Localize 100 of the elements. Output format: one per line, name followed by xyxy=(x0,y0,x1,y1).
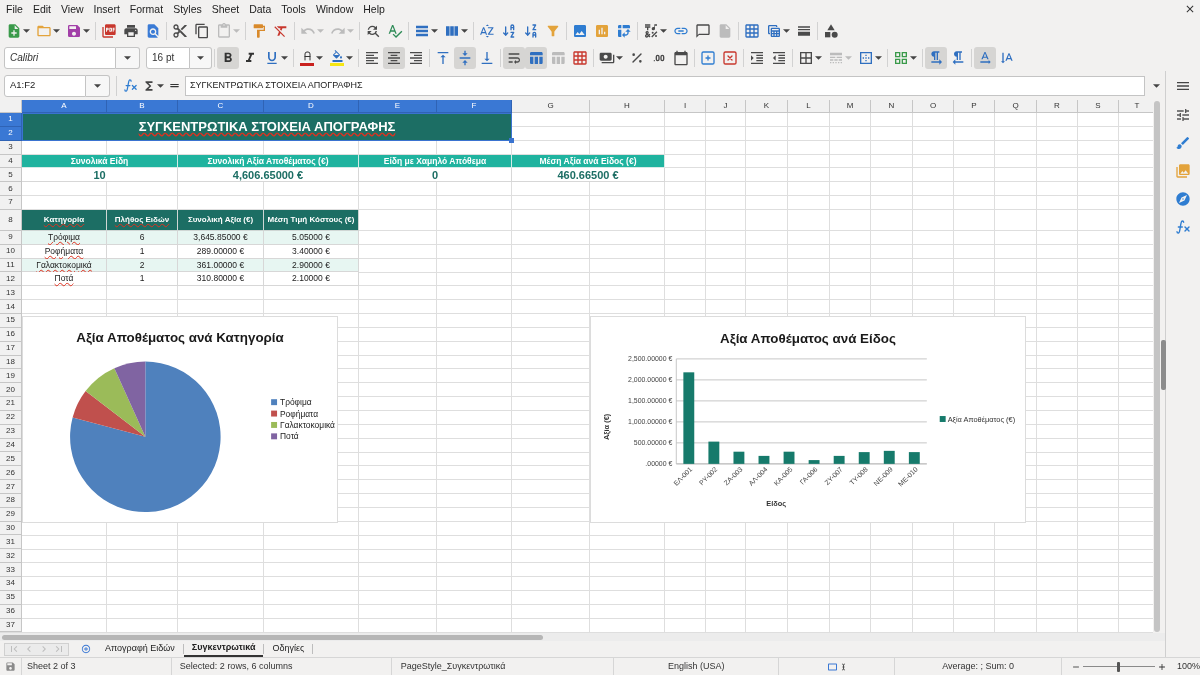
column-header[interactable]: B xyxy=(107,100,178,113)
row-header[interactable]: 6 xyxy=(0,182,22,197)
font-name-dropdown[interactable] xyxy=(116,46,140,69)
row-header[interactable]: 8 xyxy=(0,209,22,231)
column-header[interactable]: R xyxy=(1037,100,1078,113)
column-header[interactable]: D xyxy=(264,100,359,113)
add-sheet-button[interactable] xyxy=(81,644,91,654)
column-header[interactable]: F xyxy=(437,100,512,113)
row-header[interactable]: 31 xyxy=(0,535,22,550)
table-cell: 1 xyxy=(107,272,178,287)
sort-ascending-icon xyxy=(501,23,517,39)
sidebar-collapse-handle[interactable] xyxy=(1161,340,1166,390)
column-header[interactable]: Q xyxy=(995,100,1037,113)
formula-input-field[interactable]: ΣΥΓΚΕΝΤΡΩΤΙΚΑ ΣΤΟΙΧΕΙΑ ΑΠΟΓΡΑΦΗΣ xyxy=(185,75,1145,96)
bold-button[interactable] xyxy=(217,46,239,69)
row-header[interactable]: 32 xyxy=(0,549,22,564)
row-header[interactable]: 20 xyxy=(0,383,22,398)
row-header[interactable]: 34 xyxy=(0,577,22,591)
merge-center-button[interactable] xyxy=(525,46,547,69)
column-header[interactable]: T xyxy=(1119,100,1153,113)
styles-button[interactable] xyxy=(1175,135,1191,151)
shapes-icon xyxy=(823,23,839,39)
sum-button[interactable] xyxy=(142,78,164,93)
picture-icon xyxy=(572,23,588,39)
column-header[interactable]: O xyxy=(913,100,954,113)
name-box-field[interactable]: A1:F2 xyxy=(4,74,86,97)
column-header[interactable]: P xyxy=(954,100,995,113)
row-header[interactable]: 27 xyxy=(0,480,22,494)
column-header[interactable]: I xyxy=(665,100,706,113)
function-wizard-button[interactable] xyxy=(123,78,138,93)
row-header[interactable]: 33 xyxy=(0,563,22,577)
menu-item[interactable]: View xyxy=(56,1,89,17)
row-header[interactable]: 26 xyxy=(0,466,22,481)
sheet-position: Sheet 2 of 3 xyxy=(27,659,76,673)
column-header[interactable]: H xyxy=(590,100,665,113)
menu-item[interactable]: File xyxy=(1,1,28,17)
caret-icon xyxy=(281,55,288,60)
bar-chart-icon xyxy=(594,23,610,39)
menu-item[interactable]: Help xyxy=(358,1,390,17)
menu-item[interactable]: Format xyxy=(124,1,169,17)
brush-icon xyxy=(1175,135,1191,151)
zoom-slider[interactable] xyxy=(1083,661,1155,672)
left-to-right-button[interactable] xyxy=(925,46,947,69)
align-middle-button[interactable] xyxy=(454,46,476,69)
name-box-dropdown[interactable] xyxy=(86,74,110,97)
sliders-icon xyxy=(1175,107,1191,123)
vertical-scrollbar-thumb[interactable] xyxy=(1154,101,1160,632)
horizontal-scrollbar[interactable] xyxy=(0,633,1165,641)
font-size-dropdown[interactable] xyxy=(190,46,212,69)
legend-label: Γαλακτοκομικά xyxy=(280,419,335,430)
navigator-button[interactable] xyxy=(1175,191,1191,207)
sheet-tab[interactable]: Συγκεντρωτικά xyxy=(183,641,264,657)
font-name-field[interactable]: Calibri xyxy=(4,46,116,69)
table-icon xyxy=(766,23,782,39)
sheet-tab[interactable]: Απογραφή Ειδών xyxy=(97,641,183,657)
menu-item[interactable]: Sheet xyxy=(206,1,245,17)
column-header[interactable]: E xyxy=(359,100,437,113)
scrollbar-thumb[interactable] xyxy=(2,634,543,640)
row-header[interactable]: 7 xyxy=(0,196,22,210)
row-header[interactable]: 19 xyxy=(0,369,22,384)
column-header[interactable]: L xyxy=(788,100,830,113)
row-header[interactable]: 13 xyxy=(0,286,22,301)
align-center-button[interactable] xyxy=(383,46,405,69)
row-header[interactable]: 1 xyxy=(0,113,22,127)
row-header[interactable]: 12 xyxy=(0,272,22,287)
menu-item[interactable]: Window xyxy=(310,1,359,17)
properties-button[interactable] xyxy=(1175,107,1191,123)
caret-icon xyxy=(23,29,30,33)
row-header[interactable]: 14 xyxy=(0,300,22,314)
row-header[interactable]: 25 xyxy=(0,452,22,467)
row-header[interactable]: 21 xyxy=(0,397,22,411)
column-header[interactable]: M xyxy=(830,100,871,113)
wrap-text-button[interactable] xyxy=(503,46,525,69)
menu-item[interactable]: Tools xyxy=(276,1,311,17)
menu-item[interactable]: Styles xyxy=(168,1,207,17)
menu-item[interactable]: Insert xyxy=(88,1,125,17)
column-header[interactable]: A xyxy=(22,100,107,113)
sheet-tab[interactable]: Οδηγίες xyxy=(264,641,313,657)
column-header[interactable]: C xyxy=(178,100,264,113)
zoom-level[interactable]: 100% xyxy=(1177,659,1200,674)
column-header[interactable]: K xyxy=(746,100,788,113)
legend-marker-icon xyxy=(939,416,946,422)
close-document-button[interactable] xyxy=(1184,3,1196,15)
column-header[interactable]: J xyxy=(706,100,746,113)
functions-button[interactable] xyxy=(1175,219,1191,235)
page-style: PageStyle_Συγκεντρωτικά xyxy=(400,659,506,673)
folder-icon xyxy=(36,23,52,39)
chart-bar xyxy=(733,451,745,464)
column-header[interactable]: G xyxy=(512,100,590,113)
menu-item[interactable]: Data xyxy=(244,1,277,17)
menu-item[interactable]: Edit xyxy=(27,1,56,17)
row-header[interactable]: 5 xyxy=(0,168,22,183)
column-header[interactable]: S xyxy=(1078,100,1119,113)
text-horizontal-button[interactable] xyxy=(974,46,996,69)
align-top-icon xyxy=(435,49,451,66)
selection-handle[interactable] xyxy=(509,138,514,143)
zoom-slider-thumb[interactable] xyxy=(1117,661,1121,672)
paint-roller-icon xyxy=(251,23,267,39)
column-header[interactable]: N xyxy=(871,100,913,113)
font-size-field[interactable]: 16 pt xyxy=(146,46,190,69)
